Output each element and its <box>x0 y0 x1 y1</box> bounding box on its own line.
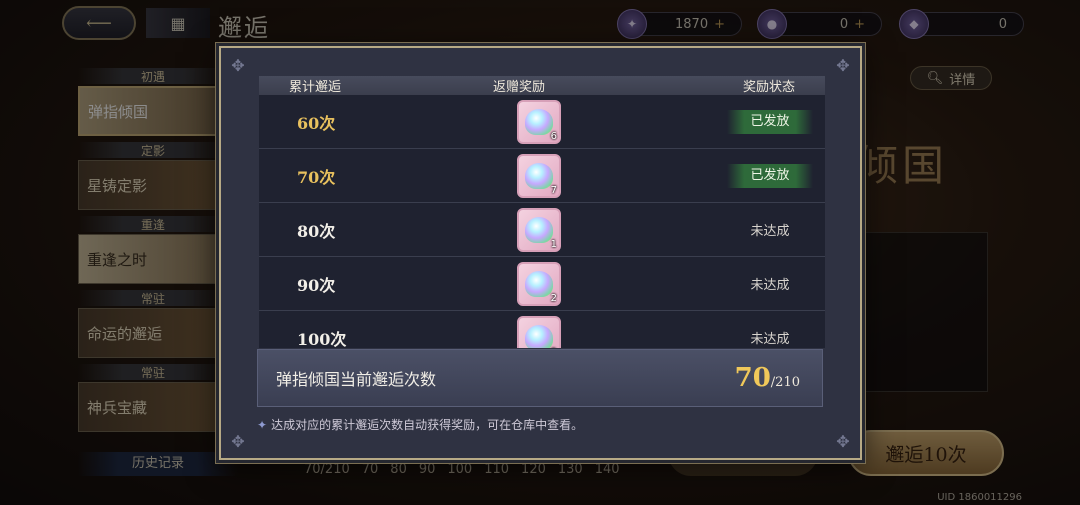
reward-item[interactable]: 2 <box>517 315 561 349</box>
item-quantity: 2 <box>550 292 557 304</box>
row-count: 90次 <box>297 275 336 295</box>
reward-item[interactable]: 7 <box>517 153 561 198</box>
corner-ornament-icon: ✥ <box>836 55 850 75</box>
reward-item[interactable]: 2 <box>517 261 561 306</box>
reward-table[interactable]: 累计邂逅 返赠奖励 奖励状态 60次 6 已发放 70次 7 已发放 80次 1… <box>259 76 825 348</box>
status-text: 未达成 <box>750 332 790 347</box>
gem-bundle-icon <box>525 108 553 135</box>
status-text: 未达成 <box>750 224 790 239</box>
gem-bundle-icon <box>525 324 553 348</box>
table-row: 90次 2 未达成 <box>259 257 825 311</box>
column-header-reward: 返赠奖励 <box>492 80 545 95</box>
note-text: 达成对应的累计邂逅次数自动获得奖励，可在仓库中查看。 <box>271 418 584 432</box>
column-header-status: 奖励状态 <box>742 80 795 95</box>
gem-bundle-icon <box>525 270 553 297</box>
total-count: /210 <box>770 375 800 390</box>
row-count: 100次 <box>297 329 347 349</box>
reward-note: ✦ 达成对应的累计邂逅次数自动获得奖励，可在仓库中查看。 <box>257 416 583 433</box>
item-quantity: 7 <box>550 184 557 196</box>
summary-value: 70/210 <box>735 363 800 393</box>
status-badge: 已发放 <box>727 109 813 134</box>
reward-item[interactable]: 1 <box>517 207 561 252</box>
corner-ornament-icon: ✥ <box>231 431 245 451</box>
table-row: 70次 7 已发放 <box>259 149 825 203</box>
table-header: 累计邂逅 返赠奖励 奖励状态 <box>259 76 825 95</box>
cumulative-reward-modal: ✥ ✥ ✥ ✥ 累计邂逅 返赠奖励 奖励状态 60次 6 已发放 70次 7 已… <box>219 46 862 460</box>
row-count: 80次 <box>297 221 336 241</box>
row-count: 60次 <box>297 113 336 133</box>
item-quantity: 2 <box>551 347 557 349</box>
table-row: 60次 6 已发放 <box>259 95 825 149</box>
corner-ornament-icon: ✥ <box>231 55 245 75</box>
summary-label: 弹指倾国当前邂逅次数 <box>276 370 437 389</box>
item-quantity: 1 <box>550 238 557 250</box>
status-text: 未达成 <box>750 278 790 293</box>
current-count: 70 <box>734 363 771 393</box>
gem-bundle-icon <box>525 216 553 243</box>
column-header-count: 累计邂逅 <box>289 80 342 95</box>
corner-ornament-icon: ✥ <box>836 431 850 451</box>
gem-bundle-icon <box>525 162 553 189</box>
table-row: 80次 1 未达成 <box>259 203 825 257</box>
sparkle-icon: ✦ <box>257 418 268 432</box>
current-count-summary: 弹指倾国当前邂逅次数 70/210 <box>257 349 823 407</box>
reward-item[interactable]: 6 <box>517 99 561 144</box>
status-badge: 已发放 <box>727 163 813 188</box>
table-row: 100次 2 未达成 <box>259 311 825 348</box>
row-count: 70次 <box>297 167 336 187</box>
item-quantity: 6 <box>550 130 557 142</box>
